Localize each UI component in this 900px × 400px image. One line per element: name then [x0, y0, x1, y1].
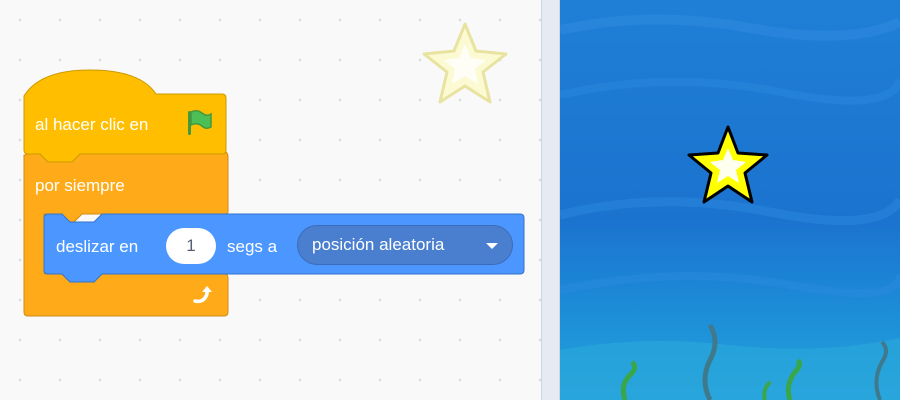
destination-dropdown[interactable]: posición aleatoria [297, 225, 513, 265]
green-flag-icon [188, 109, 212, 135]
blocks-graphic [23, 69, 525, 317]
script-stack[interactable]: al hacer clic en por siempre deslizar en… [0, 0, 541, 400]
star-sprite[interactable] [683, 122, 773, 208]
forever-block-label: por siempre [35, 176, 125, 195]
glide-block-prefix: deslizar en [56, 237, 139, 256]
seconds-input[interactable]: 1 [166, 228, 216, 264]
stage-canvas[interactable] [560, 0, 900, 400]
destination-value: posición aleatoria [312, 235, 445, 254]
loop-arrow-icon [193, 286, 212, 304]
glide-block-middle: segs a [227, 237, 278, 256]
event-block-label: al hacer clic en [35, 115, 149, 134]
code-workspace[interactable]: al hacer clic en por siempre deslizar en… [0, 0, 541, 400]
panel-divider[interactable] [541, 0, 560, 400]
dropdown-caret-icon [486, 243, 498, 249]
